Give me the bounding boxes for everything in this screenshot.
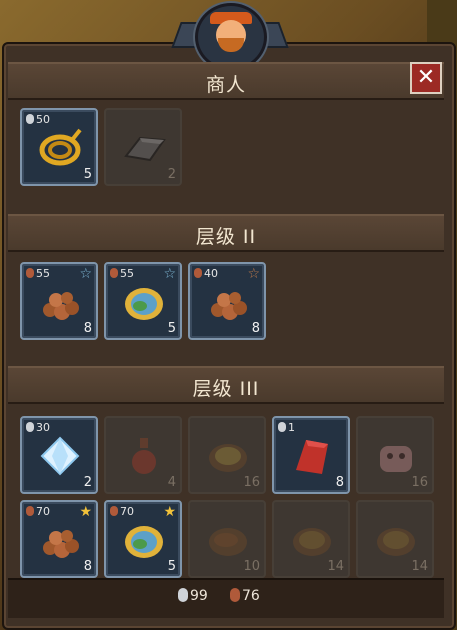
slot-bottle[interactable]: 4 [104,416,182,494]
quantity: 16 [411,475,428,490]
close-icon: ✕ [416,65,436,90]
quantity: 2 [83,475,92,490]
currency-bar [8,578,444,618]
slot-ore-tier2-2[interactable]: 40 ☆ 8 [188,262,266,340]
bowl-icon [293,528,331,556]
silver-balance: 99 [178,588,208,604]
slot-iron-ingot[interactable]: 2 [104,108,182,186]
copper-coin-icon [110,506,118,516]
tier3-title: 层级 III [192,378,260,400]
quantity: 8 [335,475,344,490]
beard-icon [218,38,244,52]
quantity: 5 [167,321,176,336]
quantity: 8 [83,559,92,574]
silver-coin-icon [178,588,188,602]
red-cloth-icon [296,440,328,474]
bottle-icon [132,438,156,474]
slot-ore-tier3[interactable]: 70 ★ 8 [20,500,98,578]
tier3-header: 层级 III [8,366,444,404]
quantity: 5 [167,559,176,574]
grilled-fish-icon [209,528,247,556]
merchant-title: 商人 [205,74,246,96]
silver-coin-icon [26,114,34,124]
slot-orb-tier2[interactable]: 55 ☆ 5 [104,262,182,340]
slot-red-cloth[interactable]: 1 8 [272,416,350,494]
quantity: 14 [411,559,428,574]
quantity: 8 [83,321,92,336]
cow-icon [380,446,412,472]
slot-orb-tier3[interactable]: 70 ★ 5 [104,500,182,578]
slot-bowl-3[interactable]: 14 [356,500,434,578]
copper-coin-icon [110,268,118,278]
slot-cow[interactable]: 16 [356,416,434,494]
copper-coin-icon [230,588,240,602]
tier2-header: 层级 II [8,214,444,252]
slot-bowl[interactable]: 16 [188,416,266,494]
merchant-header: 商人 [8,62,444,100]
rope-icon [39,128,82,166]
close-button[interactable]: ✕ [410,62,442,94]
copper-coin-icon [194,268,202,278]
ore-pile-icon [43,530,79,558]
slot-grilled-fish[interactable]: 10 [188,500,266,578]
silver-coin-icon [278,422,286,432]
quantity: 4 [167,475,176,490]
bowl-icon [209,444,247,472]
slot-bowl-2[interactable]: 14 [272,500,350,578]
silver-coin-icon [26,422,34,432]
quantity: 14 [327,559,344,574]
ore-pile-icon [43,292,79,320]
orb-icon [125,288,163,320]
bowl-icon [377,528,415,556]
slot-ore-tier2-1[interactable]: 55 ☆ 8 [20,262,98,340]
quantity: 16 [243,475,260,490]
iron-ingot-icon [124,136,166,162]
quantity: 2 [167,167,176,182]
copper-coin-icon [26,268,34,278]
tier2-title: 层级 II [195,226,257,248]
slot-diamond[interactable]: 30 2 [20,416,98,494]
price-label: 50 [26,113,50,126]
orb-icon [125,526,163,558]
ore-pile-icon [211,292,247,320]
merchant-portrait [195,3,267,71]
diamond-icon [40,436,80,476]
quantity: 5 [83,167,92,182]
quantity: 10 [243,559,260,574]
copper-balance: 76 [230,588,260,604]
quantity: 8 [251,321,260,336]
copper-coin-icon [26,506,34,516]
slot-rope[interactable]: 50 5 [20,108,98,186]
